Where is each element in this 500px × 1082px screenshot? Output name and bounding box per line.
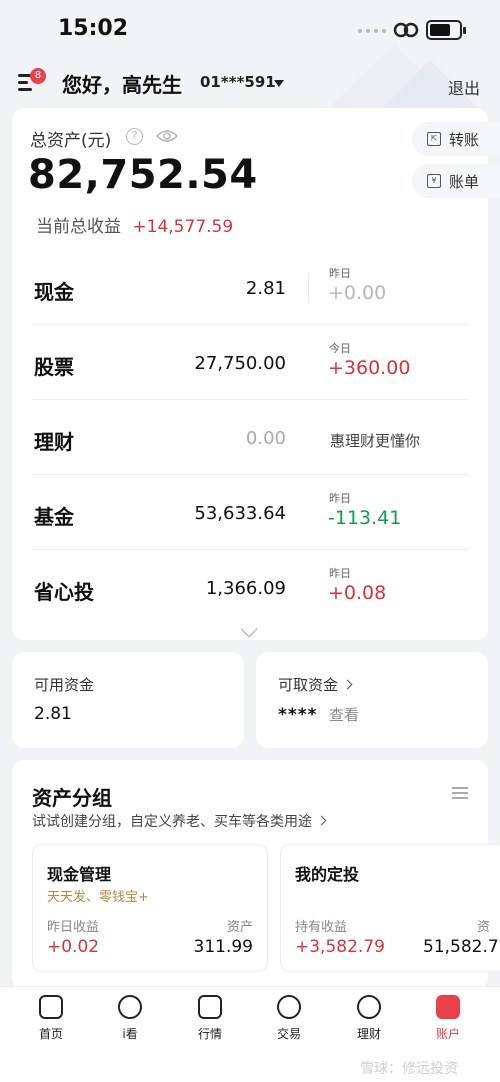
tab-i-watch[interactable]: i看	[95, 995, 165, 1042]
logout-button[interactable]: 退出	[448, 75, 480, 99]
asset-groups-subtitle-text: 试试创建分组，自定义养老、买车等各类用途	[32, 814, 312, 830]
list-icon[interactable]	[452, 786, 468, 800]
asset-name: 理财	[34, 430, 74, 454]
battery-icon	[426, 20, 466, 40]
tab-wealth[interactable]: 理财	[334, 995, 404, 1042]
status-time: 15:02	[58, 16, 129, 41]
tab-label: 理财	[356, 1027, 381, 1041]
asset-change-period: 昨日	[329, 267, 351, 280]
withdrawable-funds-masked: ****	[278, 705, 318, 725]
group-card-right-value: 51,582.7	[423, 937, 499, 957]
group-card-left-label: 持有收益	[295, 920, 348, 935]
view-withdrawable-link[interactable]: 查看	[329, 706, 359, 724]
group-card-title: 现金管理	[47, 865, 112, 884]
asset-groups-card: 资产分组 试试创建分组，自定义养老、买车等各类用途 现金管理 天天发、零钱宝+ …	[12, 760, 500, 990]
asset-change-period: 昨日	[329, 492, 351, 505]
tab-trade[interactable]: 交易	[254, 995, 324, 1042]
withdrawable-funds-row: **** 查看	[278, 704, 359, 725]
withdrawable-funds-card[interactable]: 可取资金 **** 查看	[256, 652, 488, 748]
wealth-promo-text: 惠理财更懂你	[330, 432, 421, 450]
group-card-right-label: 资产	[226, 920, 253, 935]
help-icon[interactable]: ?	[126, 128, 143, 145]
asset-row-easy-invest[interactable]: 省心投 1,366.09 昨日 +0.08	[32, 550, 468, 625]
asset-row-funds[interactable]: 基金 53,633.64 昨日 -113.41	[32, 475, 468, 550]
play-icon	[118, 995, 142, 1019]
transfer-button[interactable]: ⇱ 转账	[412, 122, 500, 156]
total-assets-card: 总资产(元) ? 82,752.54 当前总收益 +14,577.59 ⇱ 转账…	[12, 108, 500, 640]
asset-row-wealth[interactable]: 理财 0.00 惠理财更懂你	[32, 400, 468, 475]
asset-name: 股票	[34, 355, 74, 379]
tab-label: 交易	[276, 1027, 301, 1041]
account-icon	[436, 995, 460, 1019]
group-card-desc: 天天发、零钱宝+	[47, 890, 149, 905]
asset-row-cash[interactable]: 现金 2.81 昨日 +0.00	[32, 250, 468, 325]
total-profit-value: +14,577.59	[132, 217, 234, 237]
group-card-right-label: 资	[477, 920, 491, 935]
withdrawable-funds-header: 可取资金	[278, 674, 353, 695]
asset-amount: 1,366.09	[205, 578, 286, 599]
asset-change: +0.08	[328, 582, 387, 604]
greeting-text: 您好，高先生	[62, 73, 182, 97]
group-card-left-label: 昨日收益	[47, 920, 100, 935]
tab-label: 行情	[197, 1027, 222, 1041]
tab-account[interactable]: 账户	[413, 995, 483, 1042]
asset-amount: 53,633.64	[194, 503, 286, 524]
transfer-label: 转账	[449, 130, 480, 149]
available-funds-label: 可用资金	[34, 676, 95, 694]
notification-badge: 8	[30, 68, 46, 84]
asset-name: 省心投	[34, 580, 94, 604]
asset-change: +360.00	[328, 357, 411, 379]
group-card-auto-invest[interactable]: 我的定投 持有收益 资 +3,582.79 51,582.7	[280, 844, 500, 972]
chevron-right-icon	[342, 679, 353, 690]
available-funds-card[interactable]: 可用资金 2.81	[12, 652, 244, 748]
asset-change: +0.00	[328, 282, 387, 304]
asset-groups-title: 资产分组	[32, 786, 112, 810]
tab-market[interactable]: 行情	[175, 995, 245, 1042]
group-card-left-value: +0.02	[47, 937, 100, 957]
tab-label: 账户	[435, 1027, 460, 1041]
asset-amount: 0.00	[245, 428, 286, 449]
total-assets-value: 82,752.54	[28, 152, 258, 198]
asset-change: -113.41	[328, 507, 402, 529]
total-profit-row: 当前总收益 +14,577.59	[36, 212, 233, 237]
watermark: 雪球：修远投资	[360, 1061, 458, 1077]
eye-icon[interactable]	[156, 128, 178, 144]
group-card-left-value: +3,582.79	[295, 937, 385, 957]
top-header: 8 您好，高先生 01***591 退出	[0, 62, 500, 106]
asset-amount: 27,750.00	[194, 353, 286, 374]
tab-label: i看	[122, 1027, 138, 1041]
divider	[308, 274, 309, 302]
asset-amount: 2.81	[245, 278, 286, 299]
chevron-right-icon	[316, 815, 327, 826]
asset-change-period: 今日	[329, 342, 351, 355]
ledger-label: 账单	[449, 172, 480, 191]
chart-icon	[198, 995, 222, 1019]
asset-name: 基金	[34, 505, 74, 529]
tab-label: 首页	[38, 1027, 63, 1041]
caret-down-icon[interactable]	[274, 80, 284, 87]
ledger-button[interactable]: ¥ 账单	[412, 164, 500, 198]
account-switcher[interactable]: 01***591	[200, 73, 276, 91]
group-card-cash-management[interactable]: 现金管理 天天发、零钱宝+ 昨日收益 资产 +0.02 311.99	[32, 844, 268, 972]
signal-dots-icon	[358, 29, 386, 33]
total-profit-label: 当前总收益	[36, 217, 121, 237]
transfer-icon: ⇱	[427, 132, 441, 146]
total-assets-label: 总资产(元)	[30, 131, 112, 151]
group-card-right-value: 311.99	[193, 937, 253, 957]
yen-icon: ¥	[427, 174, 441, 188]
asset-row-stocks[interactable]: 股票 27,750.00 今日 +360.00	[32, 325, 468, 400]
available-funds-value: 2.81	[34, 704, 72, 724]
withdrawable-funds-label: 可取资金	[278, 676, 339, 694]
tab-home[interactable]: 首页	[16, 995, 86, 1042]
link-icon	[393, 22, 419, 38]
asset-name: 现金	[34, 280, 74, 304]
home-icon	[39, 995, 63, 1019]
asset-change-period: 昨日	[329, 567, 351, 580]
group-card-title: 我的定投	[295, 865, 360, 884]
exchange-icon	[277, 995, 301, 1019]
asset-groups-subtitle[interactable]: 试试创建分组，自定义养老、买车等各类用途	[32, 811, 327, 831]
wealth-icon	[357, 995, 381, 1019]
